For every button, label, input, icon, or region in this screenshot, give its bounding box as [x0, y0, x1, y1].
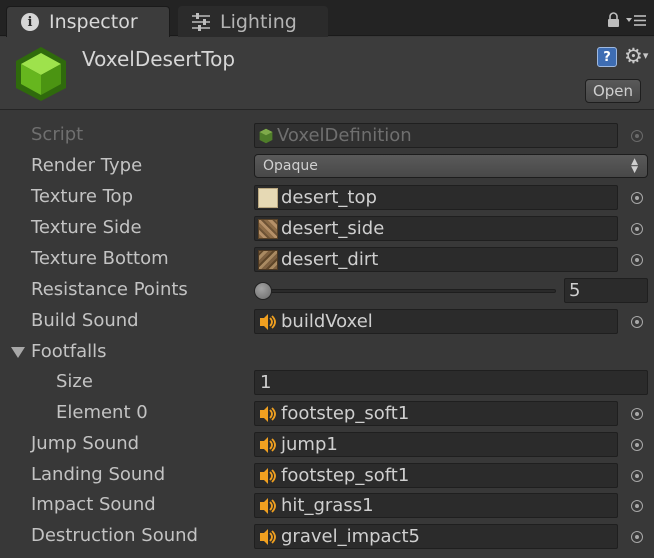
property-footfalls-element-0: Element 0 footstep_soft1: [0, 398, 654, 429]
property-label: Impact Sound: [31, 494, 156, 515]
dropdown-arrows-icon: ▲ ▼: [631, 157, 638, 175]
property-impact-sound: Impact Sound hit_grass1: [0, 490, 654, 521]
texture-bottom-field[interactable]: desert_dirt: [254, 247, 618, 272]
property-label: Landing Sound: [31, 464, 166, 485]
property-label: Build Sound: [31, 310, 139, 331]
audio-clip-icon: [260, 467, 276, 484]
tab-controls: [607, 12, 646, 31]
lock-icon[interactable]: [607, 12, 620, 31]
property-label: Texture Bottom: [31, 248, 169, 269]
property-label: Resistance Points: [31, 279, 188, 300]
property-footfalls-size: Size 1: [0, 367, 654, 398]
voxel-cube-icon: [12, 45, 70, 103]
foldout-arrow-icon[interactable]: [11, 347, 25, 358]
render-type-dropdown[interactable]: Opaque ▲ ▼: [254, 154, 648, 178]
gear-icon[interactable]: ⚙▾: [624, 45, 652, 67]
object-picker-icon[interactable]: [631, 531, 643, 543]
object-picker-icon[interactable]: [631, 500, 643, 512]
property-label: Texture Side: [31, 217, 142, 238]
inspector-header: VoxelDesertTop ? ⚙▾ Open: [0, 37, 654, 110]
lighting-sliders-icon: [190, 11, 212, 33]
property-script: Script VoxelDefinition: [0, 120, 654, 151]
audio-clip-icon: [260, 313, 276, 330]
object-picker-icon[interactable]: [631, 254, 643, 266]
property-texture-bottom: Texture Bottom desert_dirt: [0, 244, 654, 275]
property-jump-sound: Jump Sound jump1: [0, 429, 654, 460]
impact-sound-field[interactable]: hit_grass1: [254, 493, 618, 518]
object-picker-icon[interactable]: [631, 223, 643, 235]
footfalls-size-field[interactable]: 1: [254, 370, 648, 395]
property-footfalls[interactable]: Footfalls: [0, 337, 654, 368]
tab-label: Lighting: [220, 10, 297, 33]
destruction-sound-field[interactable]: gravel_impact5: [254, 524, 618, 549]
tab-inspector[interactable]: i Inspector: [6, 6, 170, 37]
info-icon: i: [19, 11, 41, 33]
audio-clip-icon: [260, 436, 276, 453]
object-picker-icon[interactable]: [631, 408, 643, 420]
audio-clip-icon: [260, 497, 276, 514]
property-label: Element 0: [56, 402, 148, 423]
texture-thumbnail-icon: [258, 218, 278, 239]
property-build-sound: Build Sound buildVoxel: [0, 306, 654, 337]
texture-top-field[interactable]: desert_top: [254, 185, 618, 210]
resistance-slider-track[interactable]: [262, 289, 556, 293]
object-picker-icon[interactable]: [631, 192, 643, 204]
object-picker-icon[interactable]: [631, 470, 643, 482]
open-button[interactable]: Open: [585, 79, 641, 103]
property-label: Texture Top: [31, 186, 133, 207]
footfalls-element-field[interactable]: footstep_soft1: [254, 401, 618, 426]
help-book-icon[interactable]: ?: [597, 47, 617, 67]
property-resistance-points: Resistance Points 5: [0, 275, 654, 306]
landing-sound-field[interactable]: footstep_soft1: [254, 463, 618, 488]
object-picker-icon[interactable]: [631, 439, 643, 451]
property-landing-sound: Landing Sound footstep_soft1: [0, 460, 654, 491]
tab-label: Inspector: [49, 11, 138, 33]
texture-side-field[interactable]: desert_side: [254, 216, 618, 241]
property-texture-top: Texture Top desert_top: [0, 182, 654, 213]
property-label: Size: [56, 371, 93, 392]
property-label: Render Type: [31, 155, 143, 176]
audio-clip-icon: [260, 405, 276, 422]
resistance-slider-thumb[interactable]: [254, 282, 272, 300]
property-render-type: Render Type Opaque ▲ ▼: [0, 151, 654, 182]
texture-thumbnail-icon: [258, 249, 278, 270]
tab-bar: i Inspector Lighting: [0, 0, 654, 37]
property-label: Footfalls: [31, 341, 107, 362]
script-cube-icon: [259, 128, 273, 143]
build-sound-field[interactable]: buildVoxel: [254, 309, 618, 334]
object-picker-icon: [631, 130, 643, 142]
property-texture-side: Texture Side desert_side: [0, 213, 654, 244]
resistance-value-field[interactable]: 5: [564, 278, 648, 303]
object-name: VoxelDesertTop: [82, 47, 236, 71]
property-label: Script: [31, 124, 84, 145]
script-field: VoxelDefinition: [254, 123, 618, 148]
object-picker-icon[interactable]: [631, 316, 643, 328]
tab-menu-icon[interactable]: [626, 12, 646, 31]
texture-thumbnail-icon: [258, 187, 278, 208]
property-destruction-sound: Destruction Sound gravel_impact5: [0, 521, 654, 552]
property-label: Destruction Sound: [31, 525, 198, 546]
audio-clip-icon: [260, 528, 276, 545]
jump-sound-field[interactable]: jump1: [254, 432, 618, 457]
property-label: Jump Sound: [31, 433, 140, 454]
tab-lighting[interactable]: Lighting: [178, 6, 328, 37]
